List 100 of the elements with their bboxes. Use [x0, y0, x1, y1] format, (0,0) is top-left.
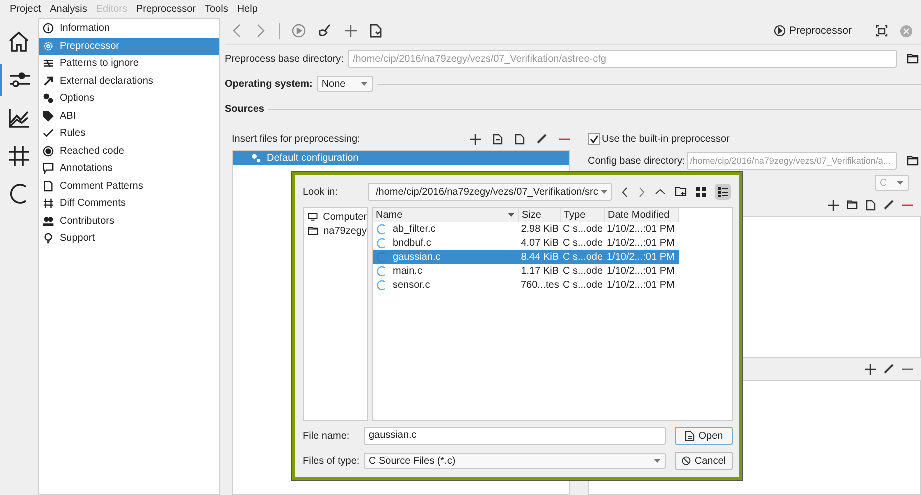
new-folder-icon[interactable]: [675, 187, 687, 197]
add-icon[interactable]: [344, 24, 358, 38]
nav-item[interactable]: Diff Comments: [39, 195, 219, 212]
broom-icon[interactable]: [318, 24, 332, 38]
pencil-icon[interactable]: [884, 364, 894, 374]
checkbox[interactable]: [588, 133, 600, 145]
file-size: 4.07 KiB: [520, 238, 560, 248]
open-button[interactable]: Open: [675, 427, 733, 445]
pencil-icon[interactable]: [884, 200, 894, 210]
file-name-field[interactable]: gaussian.c: [364, 427, 666, 445]
field-label: Look in:: [303, 186, 340, 198]
document-icon[interactable]: [493, 134, 503, 144]
nav-item[interactable]: Patterns to ignore: [39, 55, 219, 72]
remove-icon[interactable]: [559, 138, 570, 140]
field-label: Preprocess base directory:: [225, 54, 344, 64]
nav-item[interactable]: Information: [39, 20, 219, 38]
caret-icon: [601, 190, 608, 194]
check-icon: [43, 128, 54, 140]
folder-icon: [308, 226, 319, 236]
nav-item[interactable]: Contributors: [39, 212, 219, 230]
file-row[interactable]: sensor.c 760...tes C s...ode 1/10/2...:01 PM: [373, 278, 679, 292]
column-header[interactable]: Type: [561, 208, 605, 222]
up-icon[interactable]: [655, 188, 666, 196]
caret-icon: [897, 181, 904, 185]
people-icon: [43, 216, 54, 227]
remove-icon[interactable]: [902, 368, 913, 370]
directory-field[interactable]: /home/cip/2016/na79zegy/vezs/07_Verifikation/a...: [687, 152, 897, 170]
tag-icon: [43, 110, 54, 122]
directory-field[interactable]: /home/cip/2016/na79zegy/vezs/07_Verifikation/astree-cfg: [348, 50, 897, 68]
os-dropdown[interactable]: None: [316, 76, 373, 92]
page-icon: [43, 180, 54, 192]
add-icon[interactable]: [470, 134, 481, 144]
nav-item[interactable]: Annotations: [39, 160, 219, 178]
field-label: Config base directory:: [588, 156, 686, 166]
path-dropdown[interactable]: /home/cip/2016/na79zegy/vezs/07_Verifikation/src: [368, 183, 612, 201]
forward-icon[interactable]: [638, 186, 646, 198]
place-item[interactable]: Computer: [304, 210, 367, 224]
menu-item[interactable]: Tools: [200, 2, 232, 16]
gear-icon: [43, 40, 54, 52]
lines-icon: [43, 58, 54, 70]
nav-item[interactable]: Reached code: [39, 142, 219, 160]
file-type-dropdown[interactable]: C Source Files (*.c): [364, 453, 666, 469]
monitor-icon: [308, 212, 318, 222]
comment-icon: [43, 163, 54, 174]
pencil-icon[interactable]: [537, 134, 547, 144]
play-icon[interactable]: [292, 24, 306, 38]
folder-icon[interactable]: [907, 54, 919, 64]
file-row[interactable]: main.c 1.17 KiB C s...ode 1/10/2...:01 PM: [373, 264, 679, 278]
c-file-icon: [377, 224, 387, 234]
nav-item[interactable]: ABI: [39, 108, 219, 125]
add-icon[interactable]: [828, 200, 839, 210]
file-row[interactable]: ab_filter.c 2.98 KiB C s...ode 1/10/2...:01 PM: [373, 222, 679, 236]
target-icon: [43, 146, 54, 157]
preprocessor-button[interactable]: Preprocessor: [772, 23, 854, 39]
bulb-icon: [43, 233, 54, 244]
file-date: 1/10/2...:01 PM: [606, 252, 676, 262]
nav-item[interactable]: Options: [39, 90, 219, 108]
nav-item[interactable]: Support: [39, 230, 219, 248]
checkbox-label: Use the built-in preprocessor: [602, 134, 730, 144]
menu-item[interactable]: Help: [233, 2, 262, 16]
menu-item[interactable]: Project: [6, 2, 46, 16]
column-header[interactable]: Size: [519, 208, 561, 222]
tree-item[interactable]: Default configuration: [233, 151, 569, 165]
field-label: File name:: [303, 430, 351, 442]
c-file-icon: [377, 266, 387, 276]
maximize-icon[interactable]: [876, 25, 888, 37]
folder-icon[interactable]: [907, 156, 919, 166]
file-date: 1/10/2...:01 PM: [606, 280, 676, 290]
detail-view-icon[interactable]: [715, 184, 731, 200]
file-name: bndbuf.c: [393, 238, 432, 248]
caret-icon: [654, 459, 661, 463]
place-item[interactable]: na79zegy: [304, 224, 367, 238]
file-row[interactable]: bndbuf.c 4.07 KiB C s...ode 1/10/2...:01 PM: [373, 236, 679, 250]
field-label: Operating system:: [225, 78, 313, 90]
menu-item[interactable]: Preprocessor: [132, 2, 200, 16]
document-icon[interactable]: [370, 24, 382, 38]
grid-view-icon[interactable]: [696, 187, 706, 197]
document-icon[interactable]: [515, 134, 525, 144]
info-icon: [43, 23, 54, 34]
file-type: C s...ode: [562, 238, 604, 248]
c-file-icon: [377, 280, 387, 290]
cancel-button[interactable]: Cancel: [675, 452, 733, 470]
sort-icon: [508, 213, 515, 217]
file-row[interactable]: gaussian.c 8.44 KiB C s...ode 1/10/2...:01 PM: [373, 250, 679, 264]
back-icon[interactable]: [621, 186, 629, 198]
remove-icon[interactable]: [902, 204, 913, 206]
menu-item[interactable]: Analysis: [46, 2, 92, 16]
add-icon[interactable]: [865, 364, 876, 374]
nav-item[interactable]: Comment Patterns: [39, 178, 219, 195]
nav-item[interactable]: External declarations: [39, 72, 219, 90]
file-size: 8.44 KiB: [520, 252, 560, 262]
nav-item[interactable]: Rules: [39, 125, 219, 142]
document-icon[interactable]: [866, 200, 876, 210]
nav-item[interactable]: Preprocessor: [39, 38, 219, 55]
column-header[interactable]: Date Modified: [605, 208, 679, 222]
column-header[interactable]: Name: [373, 208, 519, 222]
play-icon: [774, 25, 786, 37]
folder-icon[interactable]: [847, 200, 858, 210]
caret-icon: [360, 82, 368, 86]
c-file-icon: [377, 252, 387, 262]
